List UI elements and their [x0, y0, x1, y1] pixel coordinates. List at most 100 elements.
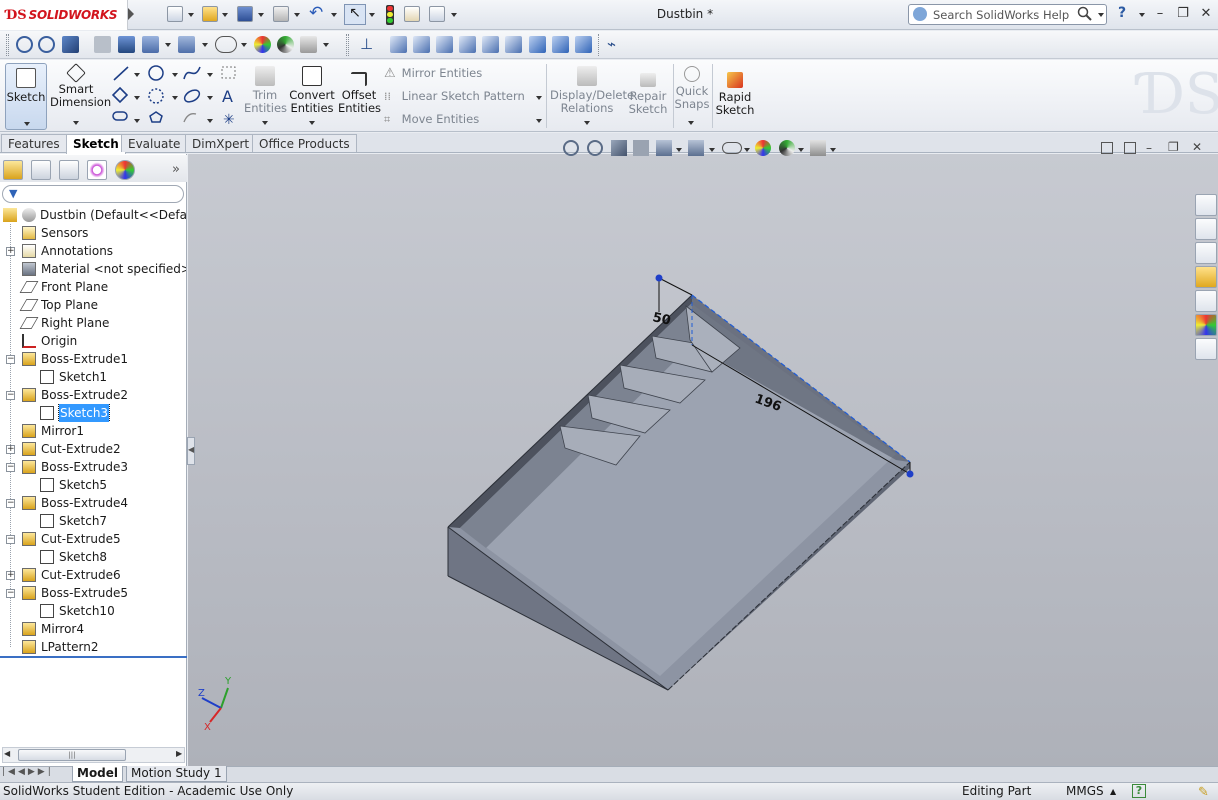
tab-model[interactable]: Model — [72, 766, 124, 782]
tree-expand-toggle-icon[interactable]: − — [6, 463, 15, 472]
front-view-icon[interactable] — [390, 36, 407, 53]
ellipse-tool-icon[interactable] — [183, 88, 202, 105]
file-properties-icon[interactable] — [404, 6, 420, 22]
convert-entities-button[interactable]: Convert Entities — [288, 66, 336, 115]
spline-tool-icon[interactable] — [183, 66, 201, 80]
tab-scroll-arrows-icon[interactable]: |◀◀▶▶| — [2, 767, 54, 777]
tree-item-sketch3[interactable]: Sketch3 — [0, 404, 186, 422]
slot-dropdown-icon[interactable] — [134, 119, 140, 123]
view-orientation-icon[interactable] — [142, 36, 159, 53]
viewport-split-icon[interactable] — [1101, 142, 1113, 154]
rebuild-status-icon[interactable]: ✎ — [1198, 784, 1209, 800]
tree-expand-toggle-icon[interactable]: − — [6, 391, 15, 400]
save-dropdown-icon[interactable] — [258, 13, 264, 17]
apply-scene-icon[interactable] — [277, 36, 294, 53]
left-view-icon[interactable] — [436, 36, 453, 53]
feature-tree-filter-input[interactable]: ▼ — [2, 185, 184, 203]
tree-item-cut-extrude6[interactable]: + Cut-Extrude6 — [0, 566, 186, 584]
display-style-dropdown-icon[interactable] — [202, 43, 208, 47]
status-help-icon[interactable]: ? — [1132, 784, 1146, 798]
hud-hide-show-dropdown-icon[interactable] — [744, 148, 750, 152]
convert-dropdown-icon[interactable] — [309, 121, 315, 125]
arc-dropdown-icon[interactable] — [172, 96, 178, 100]
tree-expand-toggle-icon[interactable]: − — [6, 535, 15, 544]
normal-to-icon[interactable]: ⊥ — [360, 35, 373, 53]
quick-snaps-button[interactable]: Quick Snaps — [674, 66, 710, 111]
display-delete-relations-button[interactable]: Display/Delete Relations — [550, 66, 634, 115]
quick-snaps-dropdown-icon[interactable] — [688, 121, 694, 125]
solidworks-logo[interactable]: ƊS SOLIDWORKS — [0, 0, 128, 30]
rebuild-icon[interactable] — [386, 5, 394, 25]
scroll-right-icon[interactable]: ▶ — [176, 749, 182, 758]
circle-tool-icon[interactable] — [148, 65, 164, 81]
polygon-tool-icon[interactable] — [149, 111, 163, 123]
save-icon[interactable] — [237, 6, 253, 22]
print-icon[interactable] — [273, 6, 289, 22]
tree-item-sketch7[interactable]: Sketch7 — [0, 512, 186, 530]
trim-dropdown-icon[interactable] — [262, 121, 268, 125]
tree-expand-toggle-icon[interactable]: − — [6, 589, 15, 598]
dimxpert-manager-tab-icon[interactable] — [87, 160, 107, 180]
tree-item-sketch1[interactable]: Sketch1 — [0, 368, 186, 386]
hud-view-settings-dropdown-icon[interactable] — [830, 148, 836, 152]
relations-dropdown-icon[interactable] — [584, 121, 590, 125]
custom-properties-icon[interactable] — [1195, 338, 1217, 360]
tree-expand-toggle-icon[interactable]: − — [6, 499, 15, 508]
print-dropdown-icon[interactable] — [294, 13, 300, 17]
tree-item-cut-extrude5[interactable]: − Cut-Extrude5 — [0, 530, 186, 548]
tree-item-sketch8[interactable]: Sketch8 — [0, 548, 186, 566]
home-icon[interactable] — [1195, 218, 1217, 240]
sketch-button[interactable]: Sketch — [5, 63, 47, 130]
rectangle-dropdown-icon[interactable] — [134, 96, 140, 100]
tree-item-annotations[interactable]: + Annotations — [0, 242, 186, 260]
select-cursor-icon[interactable]: ↖ — [344, 4, 366, 25]
back-view-icon[interactable] — [413, 36, 430, 53]
tab-evaluate[interactable]: Evaluate — [121, 134, 188, 152]
text-tool-icon[interactable]: A — [222, 87, 233, 106]
trim-entities-button[interactable]: Trim Entities — [244, 66, 287, 115]
zoom-to-fit-icon[interactable] — [16, 36, 33, 53]
sketch-point[interactable] — [906, 470, 914, 478]
linear-sketch-pattern-button[interactable]: ⁞⁞ Linear Sketch Pattern — [384, 89, 544, 104]
measure-icon[interactable]: ⌁ — [607, 35, 616, 53]
open-folder-icon[interactable] — [202, 6, 218, 22]
offset-entities-button[interactable]: Offset Entities — [338, 72, 381, 115]
tree-expand-toggle-icon[interactable]: + — [6, 247, 15, 256]
viewport-minimize-icon[interactable]: – — [1146, 141, 1152, 155]
line-tool-icon[interactable] — [113, 66, 129, 81]
minimize-window-icon[interactable]: – — [1149, 4, 1171, 24]
tree-item-sensors[interactable]: Sensors — [0, 224, 186, 242]
select-dropdown-icon[interactable] — [369, 13, 375, 17]
tab-sketch[interactable]: Sketch — [66, 134, 126, 154]
tree-item-right-plane[interactable]: Right Plane — [0, 314, 186, 332]
display-style-icon[interactable] — [178, 36, 195, 53]
hud-display-style-dropdown-icon[interactable] — [709, 148, 715, 152]
tree-item-sketch5[interactable]: Sketch5 — [0, 476, 186, 494]
tree-expand-toggle-icon[interactable]: − — [6, 355, 15, 364]
new-document-icon[interactable] — [167, 6, 183, 22]
tree-expand-toggle-icon[interactable]: + — [6, 445, 15, 454]
tree-item-boss-extrude2[interactable]: − Boss-Extrude2 — [0, 386, 186, 404]
tab-office-products[interactable]: Office Products — [252, 134, 357, 152]
solidworks-resources-icon[interactable] — [1195, 194, 1217, 216]
restore-window-icon[interactable]: ❐ — [1172, 4, 1194, 24]
model-view[interactable]: 50 196 Y Z X — [188, 154, 1218, 766]
tree-item-front-plane[interactable]: Front Plane — [0, 278, 186, 296]
spline-dropdown-icon[interactable] — [207, 73, 213, 77]
scrollbar-thumb[interactable]: ||| — [18, 749, 126, 761]
top-view-icon[interactable] — [482, 36, 499, 53]
point-tool-icon[interactable]: ✳ — [223, 112, 235, 126]
view-palette-icon[interactable] — [1195, 290, 1217, 312]
undo-icon[interactable]: ↶ — [309, 3, 323, 23]
tree-item-cut-extrude2[interactable]: + Cut-Extrude2 — [0, 440, 186, 458]
tree-rollback-bar[interactable] — [0, 656, 187, 658]
new-dropdown-icon[interactable] — [188, 13, 194, 17]
tree-item-material-not-specified[interactable]: Material <not specified> — [0, 260, 186, 278]
viewport-restore-icon[interactable]: ❐ — [1168, 140, 1179, 154]
rapid-sketch-button[interactable]: Rapid Sketch — [714, 72, 756, 117]
options-icon[interactable] — [429, 6, 445, 22]
close-window-icon[interactable]: ✕ — [1195, 4, 1217, 24]
repair-sketch-button[interactable]: Repair Sketch — [627, 73, 669, 116]
tree-root[interactable]: Dustbin (Default<<Default> — [0, 206, 186, 224]
dynamic-annotation-icon[interactable] — [118, 36, 135, 53]
